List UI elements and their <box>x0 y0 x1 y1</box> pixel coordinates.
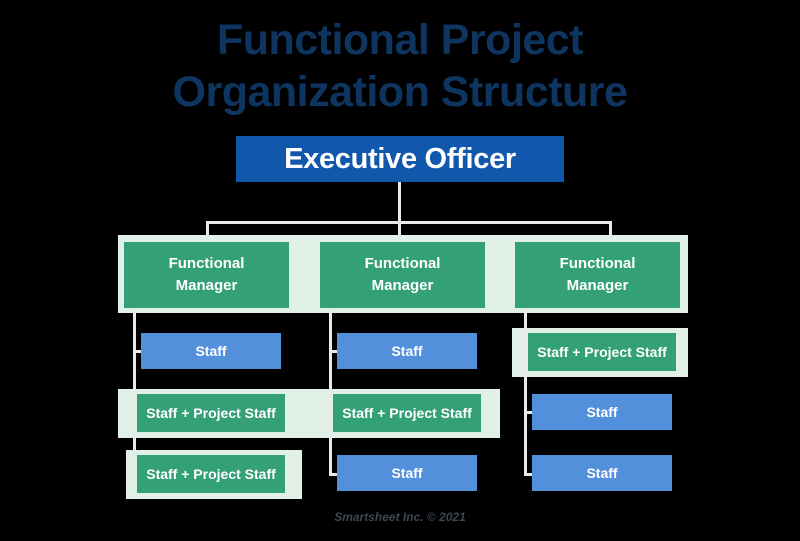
node-col2-report-3[interactable]: Staff <box>337 455 477 491</box>
node-executive-officer[interactable]: Executive Officer <box>236 136 564 182</box>
node-col2-report-2[interactable]: Staff + Project Staff <box>333 394 481 432</box>
title-line-2: Organization Structure <box>172 68 628 117</box>
node-col1-report-2-label: Staff + Project Staff <box>146 405 276 421</box>
node-col2-report-1-label: Staff <box>391 343 423 359</box>
connector-spine-col3 <box>524 300 527 475</box>
connector-spine-col1 <box>133 300 136 475</box>
node-functional-manager-2-line1: Functional <box>364 255 441 273</box>
title-line-1: Functional Project <box>216 16 584 64</box>
node-col3-report-1[interactable]: Staff + Project Staff <box>528 333 676 371</box>
node-col1-report-3[interactable]: Staff + Project Staff <box>137 455 285 493</box>
node-col1-report-3-label: Staff + Project Staff <box>146 466 276 482</box>
node-col2-report-2-label: Staff + Project Staff <box>342 405 472 421</box>
node-functional-manager-3[interactable]: Functional Manager <box>515 242 680 308</box>
node-functional-manager-3-line2: Manager <box>566 277 629 294</box>
node-functional-manager-2[interactable]: Functional Manager <box>320 242 485 308</box>
node-col2-report-1[interactable]: Staff <box>337 333 477 369</box>
node-col1-report-1[interactable]: Staff <box>141 333 281 369</box>
node-functional-manager-1-line1: Functional <box>168 255 245 273</box>
node-col2-report-3-label: Staff <box>391 465 423 481</box>
footer-attribution: Smartsheet Inc. © 2021 <box>334 510 466 524</box>
node-executive-officer-label: Executive Officer <box>284 142 516 175</box>
node-col3-report-2-label: Staff <box>586 404 618 420</box>
node-functional-manager-2-line2: Manager <box>371 277 434 294</box>
connector-exec-down <box>398 180 401 223</box>
org-chart-canvas: Functional Project Organization Structur… <box>0 0 800 541</box>
node-col3-report-3[interactable]: Staff <box>532 455 672 491</box>
connector-drop-col2 <box>398 221 401 243</box>
node-col3-report-2[interactable]: Staff <box>532 394 672 430</box>
node-col3-report-3-label: Staff <box>586 465 618 481</box>
node-functional-manager-1-line2: Manager <box>175 277 238 294</box>
node-col1-report-1-label: Staff <box>195 343 227 359</box>
connector-drop-col1 <box>206 221 209 243</box>
node-col1-report-2[interactable]: Staff + Project Staff <box>137 394 285 432</box>
node-functional-manager-1[interactable]: Functional Manager <box>124 242 289 308</box>
page-title: Functional Project Organization Structur… <box>0 14 800 119</box>
connector-spine-col2 <box>329 300 332 475</box>
node-col3-report-1-label: Staff + Project Staff <box>537 344 667 360</box>
connector-drop-col3 <box>609 221 612 243</box>
connector-exec-horizontal <box>206 221 612 224</box>
node-functional-manager-3-line1: Functional <box>559 255 636 273</box>
